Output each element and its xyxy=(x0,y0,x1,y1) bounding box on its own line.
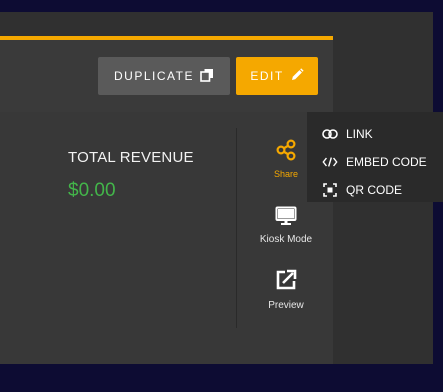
share-menu-item-link[interactable]: LINK xyxy=(307,120,443,148)
share-menu-item-qr-code[interactable]: QR CODE xyxy=(307,176,443,204)
edit-button[interactable]: EDIT xyxy=(236,57,318,95)
window-frame-top xyxy=(0,0,443,12)
pencil-icon xyxy=(290,67,304,85)
share-menu: LINK EMBED CODE QR CODE xyxy=(307,112,443,202)
share-menu-item-label: LINK xyxy=(346,127,373,141)
total-revenue-label: TOTAL REVENUE xyxy=(68,149,194,166)
code-icon xyxy=(322,155,338,169)
share-menu-item-label: QR CODE xyxy=(346,183,403,197)
window-frame-bottom xyxy=(0,364,443,392)
kiosk-mode-tool[interactable]: Kiosk Mode xyxy=(256,206,316,245)
preview-tool-label: Preview xyxy=(268,300,304,311)
share-menu-item-label: EMBED CODE xyxy=(346,155,427,169)
share-icon xyxy=(275,139,297,165)
link-icon xyxy=(322,127,338,141)
preview-tool[interactable]: Preview xyxy=(256,268,316,311)
tools-divider xyxy=(236,128,237,328)
copy-icon xyxy=(200,68,214,85)
duplicate-button-label: DUPLICATE xyxy=(114,69,194,83)
accent-bar xyxy=(0,36,333,40)
share-menu-item-embed-code[interactable]: EMBED CODE xyxy=(307,148,443,176)
qr-code-icon xyxy=(322,183,338,197)
total-revenue-value: $0.00 xyxy=(68,180,116,201)
kiosk-mode-tool-label: Kiosk Mode xyxy=(259,234,313,245)
edit-button-label: EDIT xyxy=(250,69,284,83)
duplicate-button[interactable]: DUPLICATE xyxy=(98,57,230,95)
external-link-icon xyxy=(274,269,298,296)
monitor-icon xyxy=(275,206,297,230)
